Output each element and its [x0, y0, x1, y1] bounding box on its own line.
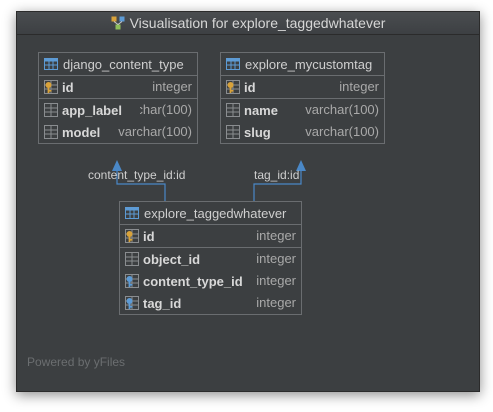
diagram-canvas[interactable]: content_type_id:id tag_id:id django_cont…	[17, 35, 479, 391]
primary-key-icon	[226, 80, 240, 94]
column-name: id	[143, 228, 155, 244]
table-header: explore_mycustomtag	[221, 53, 384, 76]
foreign-key-icon	[125, 296, 139, 310]
keys-section: id integer	[39, 76, 197, 99]
column-type: varchar(100)	[140, 99, 192, 121]
table-icon	[125, 206, 139, 220]
powered-by-label: Powered by yFiles	[27, 355, 126, 369]
table-name: explore_mycustomtag	[245, 56, 373, 72]
keys-section: id integer	[221, 76, 384, 99]
relation-label-tag: tag_id:id	[254, 168, 300, 182]
column-row-tag-id[interactable]: tag_id integer	[120, 292, 301, 314]
column-type: varchar(100)	[303, 99, 379, 121]
table-icon	[44, 57, 58, 71]
column-icon	[226, 103, 240, 117]
columns-section: object_id integer content_type_id intege…	[120, 248, 301, 314]
column-name: slug	[244, 124, 271, 140]
column-name: content_type_id	[143, 273, 243, 289]
column-row-id[interactable]: id integer	[120, 225, 301, 247]
window-title: Visualisation for explore_taggedwhatever	[129, 15, 386, 31]
table-header: django_content_type	[39, 53, 197, 76]
column-row-object-id[interactable]: object_id integer	[120, 248, 301, 270]
columns-section: name varchar(100) slug varchar(100)	[221, 99, 384, 143]
diagram-app-icon	[111, 16, 125, 30]
column-type: integer	[254, 248, 296, 270]
column-row-model[interactable]: model varchar(100)	[39, 121, 197, 143]
column-name: tag_id	[143, 295, 182, 311]
columns-section: app_label varchar(100) model varchar(100…	[39, 99, 197, 143]
table-explore-taggedwhatever[interactable]: explore_taggedwhatever id integer object…	[119, 201, 302, 315]
column-name: object_id	[143, 251, 201, 267]
column-row-name[interactable]: name varchar(100)	[221, 99, 384, 121]
foreign-key-icon	[125, 274, 139, 288]
column-name: name	[244, 102, 278, 118]
column-type: integer	[150, 76, 192, 98]
column-type: varchar(100)	[303, 121, 379, 143]
table-django-content-type[interactable]: django_content_type id integer app_label	[38, 52, 198, 144]
column-row-slug[interactable]: slug varchar(100)	[221, 121, 384, 143]
column-type: integer	[254, 225, 296, 247]
relation-label-content-type: content_type_id:id	[88, 168, 186, 182]
column-icon	[44, 125, 58, 139]
column-row-id[interactable]: id integer	[221, 76, 384, 98]
column-type: integer	[337, 76, 379, 98]
column-row-content-type-id[interactable]: content_type_id integer	[120, 270, 301, 292]
column-type: varchar(100)	[116, 121, 192, 143]
keys-section: id integer	[120, 225, 301, 248]
column-icon	[226, 125, 240, 139]
column-type: integer	[254, 292, 296, 314]
table-name: explore_taggedwhatever	[144, 205, 287, 221]
column-row-app-label[interactable]: app_label varchar(100)	[39, 99, 197, 121]
title-bar: Visualisation for explore_taggedwhatever	[17, 12, 479, 35]
table-header: explore_taggedwhatever	[120, 202, 301, 225]
table-explore-mycustomtag[interactable]: explore_mycustomtag id integer name varc…	[220, 52, 385, 144]
primary-key-icon	[125, 229, 139, 243]
primary-key-icon	[44, 80, 58, 94]
column-row-id[interactable]: id integer	[39, 76, 197, 98]
column-icon	[44, 103, 58, 117]
column-icon	[125, 252, 139, 266]
column-name: id	[244, 79, 256, 95]
table-icon	[226, 57, 240, 71]
table-name: django_content_type	[63, 56, 184, 72]
visualisation-window: Visualisation for explore_taggedwhatever…	[16, 11, 480, 392]
column-name: model	[62, 124, 101, 140]
column-type: integer	[254, 270, 296, 292]
column-name: app_label	[62, 102, 122, 118]
column-name: id	[62, 79, 74, 95]
